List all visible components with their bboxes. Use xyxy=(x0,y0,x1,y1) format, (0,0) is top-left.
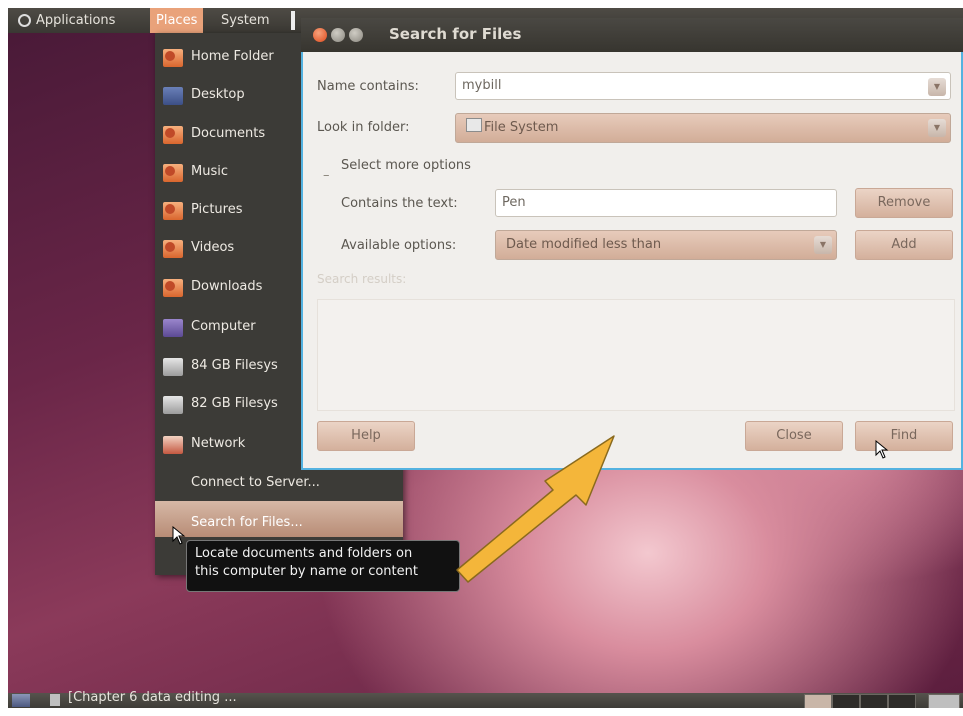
workspace-1[interactable] xyxy=(804,694,832,708)
mouse-cursor-icon xyxy=(172,526,186,545)
chevron-down-icon[interactable]: ▼ xyxy=(928,78,946,96)
close-button[interactable]: Close xyxy=(745,421,843,451)
workspace-2[interactable] xyxy=(832,694,860,708)
drive-icon xyxy=(163,358,183,376)
menu-item-label: Videos xyxy=(191,240,235,255)
menu-item-label: Documents xyxy=(191,126,266,141)
places-menu-button[interactable]: Places xyxy=(150,8,204,33)
chevron-down-icon[interactable]: ▼ xyxy=(928,119,946,137)
menu-item-label: Music xyxy=(191,164,228,179)
find-button[interactable]: Find xyxy=(855,421,953,451)
panel-separator xyxy=(291,11,295,30)
menu-item-label: 84 GB Filesys xyxy=(191,358,278,373)
menu-item-label: Search for Files... xyxy=(191,515,303,530)
menu-item-label: Computer xyxy=(191,319,256,334)
workspace-4[interactable] xyxy=(888,694,916,708)
available-options-value: Date modified less than xyxy=(506,237,662,252)
workspace-3[interactable] xyxy=(860,694,888,708)
maximize-window-icon[interactable] xyxy=(349,28,363,42)
ubuntu-logo-icon xyxy=(18,14,31,27)
network-icon xyxy=(163,436,183,454)
folder-icon xyxy=(163,126,183,144)
menu-item-connect-to-server[interactable]: Connect to Server... xyxy=(155,467,403,503)
look-in-folder-label: Look in folder: xyxy=(317,120,410,135)
look-in-folder-value: File System xyxy=(484,120,559,135)
close-window-icon[interactable] xyxy=(313,28,327,42)
search-results-label: Search results: xyxy=(317,272,407,286)
screenshot-frame: Applications Places System Home Folder D… xyxy=(8,8,963,708)
folder-downloads-icon xyxy=(163,279,183,297)
contains-text-label: Contains the text: xyxy=(341,196,458,211)
menu-item-label: Network xyxy=(191,436,246,451)
add-button[interactable]: Add xyxy=(855,230,953,260)
dialog-title: Search for Files xyxy=(389,25,522,43)
menu-item-label: Home Folder xyxy=(191,49,274,64)
document-icon xyxy=(50,694,60,706)
name-contains-label: Name contains: xyxy=(317,79,419,94)
contains-text-input[interactable]: Pen xyxy=(495,189,837,217)
menu-item-label: 82 GB Filesys xyxy=(191,396,278,411)
expander-arrow-icon[interactable]: – xyxy=(323,168,330,183)
tooltip-line-2: this computer by name or content xyxy=(195,564,418,579)
chevron-down-icon[interactable]: ▼ xyxy=(814,236,832,254)
taskbar-item-chapter6[interactable]: [Chapter 6 data editing ... xyxy=(68,690,237,705)
dialog-titlebar[interactable]: Search for Files xyxy=(301,18,963,52)
computer-icon xyxy=(163,319,183,337)
menu-item-search-for-files[interactable]: Search for Files... xyxy=(155,507,403,543)
menu-item-label: Downloads xyxy=(191,279,263,294)
search-results-list[interactable] xyxy=(317,299,955,411)
system-menu-button[interactable]: System xyxy=(215,8,275,33)
applications-label: Applications xyxy=(36,13,116,28)
tooltip-line-1: Locate documents and folders on xyxy=(195,546,413,561)
name-contains-value: mybill xyxy=(462,78,502,93)
contains-text-value: Pen xyxy=(502,195,526,210)
name-contains-input[interactable]: mybill ▼ xyxy=(455,72,951,100)
folder-pictures-icon xyxy=(163,202,183,220)
drive-icon xyxy=(163,396,183,414)
folder-music-icon xyxy=(163,164,183,182)
help-button[interactable]: Help xyxy=(317,421,415,451)
search-tooltip: Locate documents and folders on this com… xyxy=(186,540,460,592)
menu-item-label: Pictures xyxy=(191,202,243,217)
available-options-select[interactable]: Date modified less than ▼ xyxy=(495,230,837,260)
applications-menu[interactable]: Applications xyxy=(12,8,121,33)
menu-item-label: Desktop xyxy=(191,87,245,102)
folder-videos-icon xyxy=(163,240,183,258)
remove-button[interactable]: Remove xyxy=(855,188,953,218)
look-in-folder-select[interactable]: File System ▼ xyxy=(455,113,951,143)
filesystem-icon xyxy=(466,118,482,132)
available-options-label: Available options: xyxy=(341,238,457,253)
trash-icon[interactable] xyxy=(928,694,960,708)
menu-item-label: Connect to Server... xyxy=(191,475,320,490)
search-for-files-dialog: Search for Files Name contains: mybill ▼… xyxy=(301,18,963,470)
minimize-window-icon[interactable] xyxy=(331,28,345,42)
show-desktop-icon[interactable] xyxy=(12,694,30,707)
select-more-options-expander[interactable]: Select more options xyxy=(341,158,471,173)
folder-home-icon xyxy=(163,49,183,67)
bottom-panel: [Chapter 6 data editing ... xyxy=(8,690,963,708)
mouse-cursor-icon xyxy=(875,440,889,459)
desktop-icon xyxy=(163,87,183,105)
